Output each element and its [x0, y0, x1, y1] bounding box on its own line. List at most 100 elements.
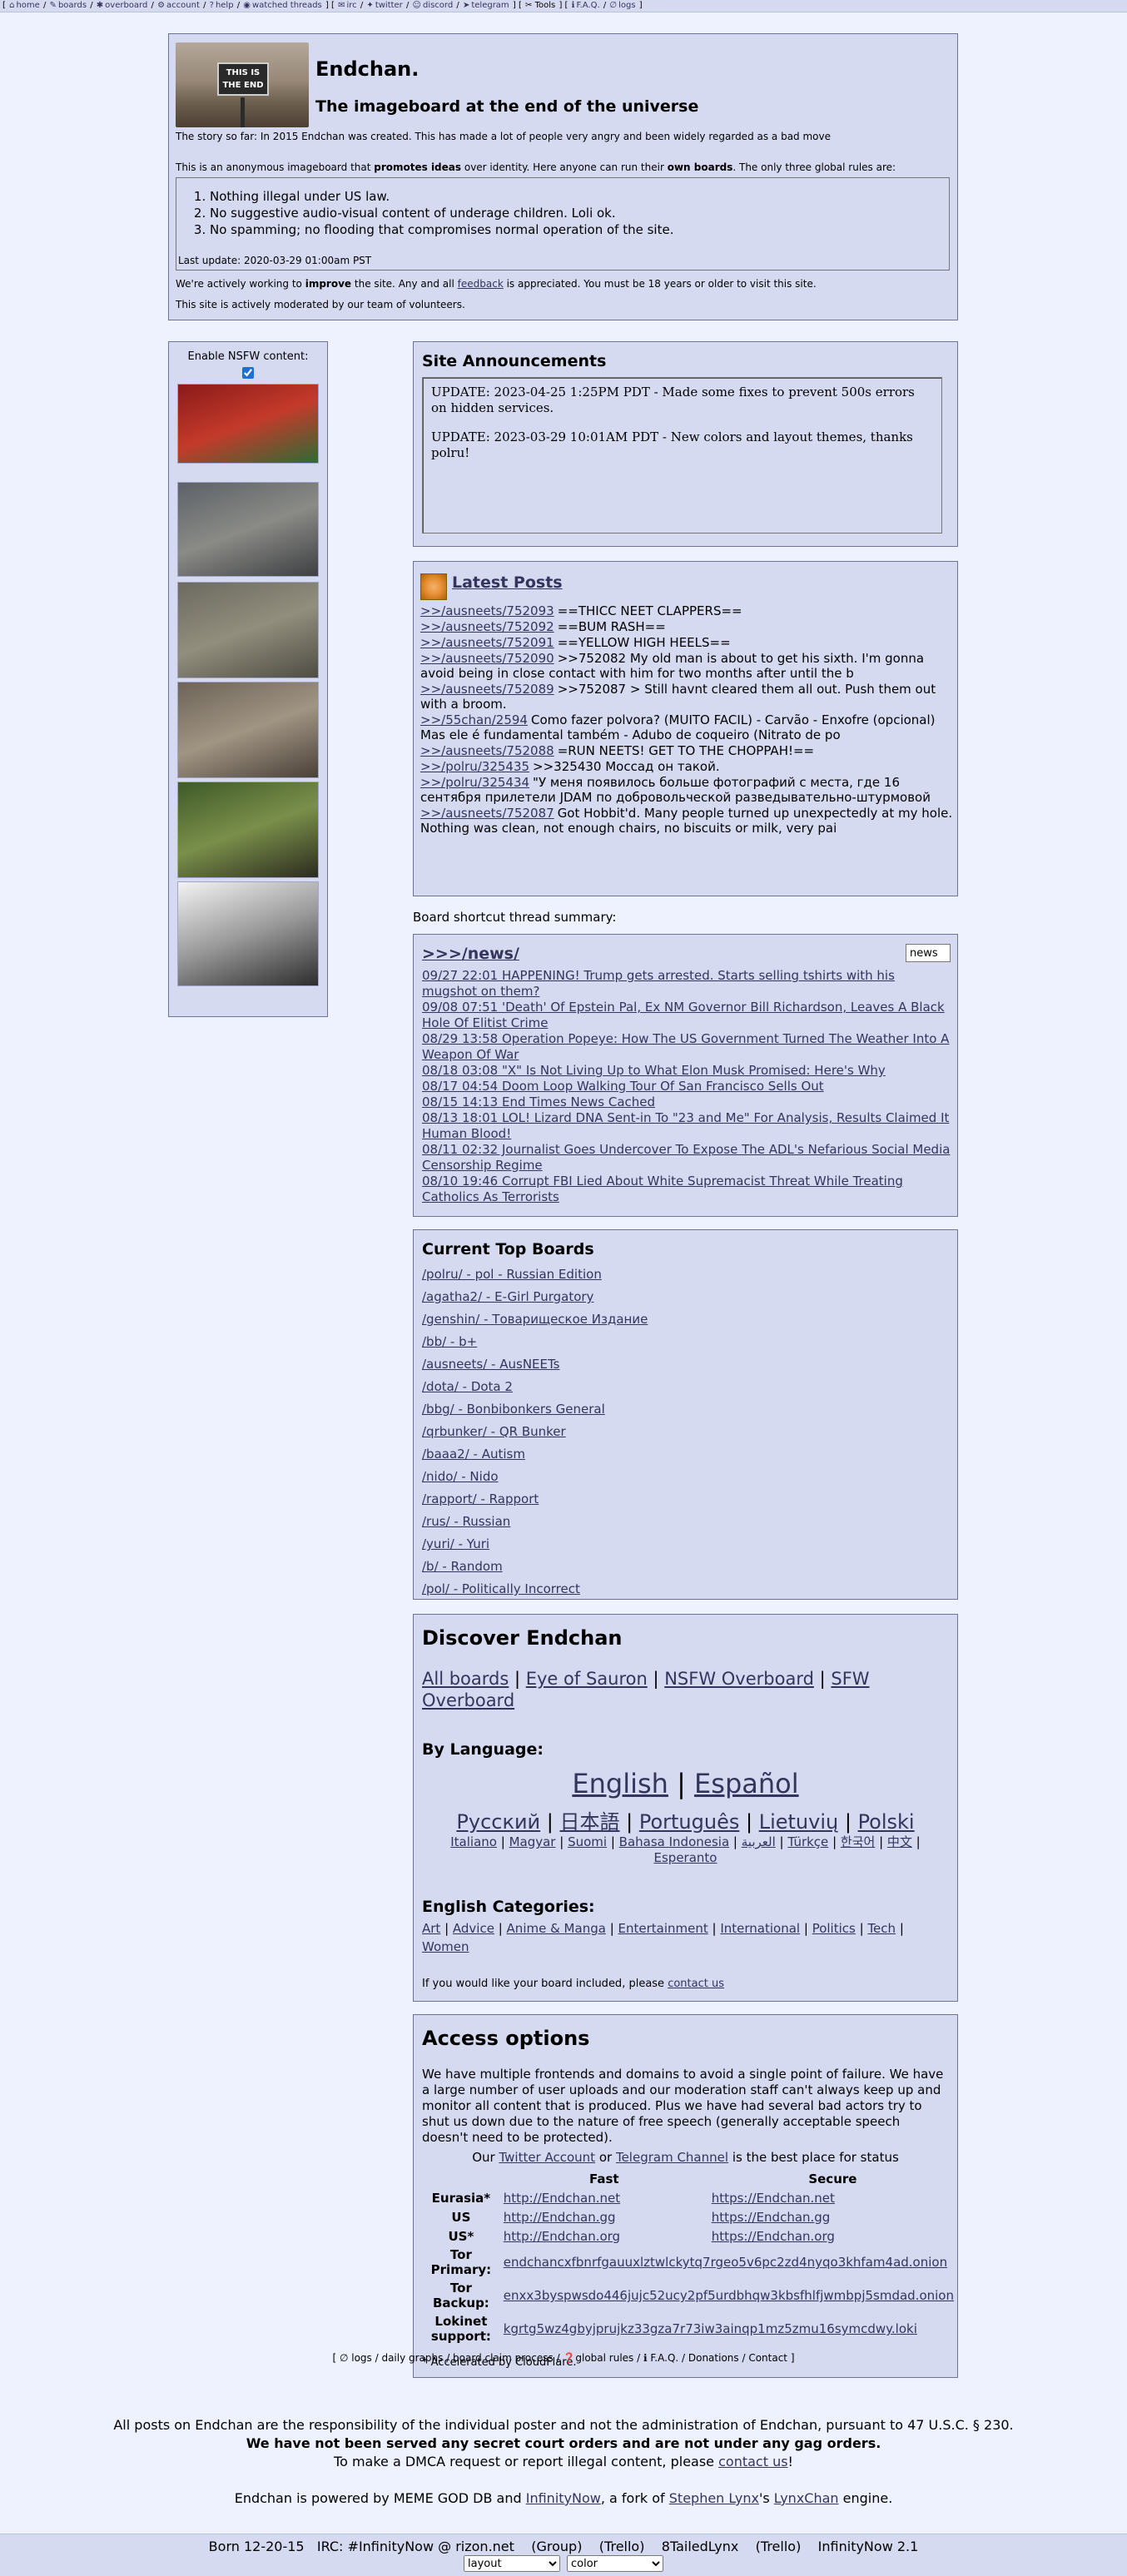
- top-board-link[interactable]: /dota/ - Dota 2: [422, 1376, 648, 1398]
- telegram-channel-link[interactable]: Telegram Channel: [616, 2150, 728, 2165]
- top-board-link[interactable]: /ausneets/ - AusNEETs: [422, 1353, 648, 1376]
- latest-post-link[interactable]: >>/55chan/2594: [420, 712, 528, 727]
- tea-box-thumbnail[interactable]: [177, 384, 319, 464]
- nav-telegram-link[interactable]: ➤ telegram: [463, 1, 509, 10]
- language-portugu-s-link[interactable]: Português: [639, 1810, 740, 1834]
- latest-post-link[interactable]: >>/ausneets/752091: [420, 635, 554, 650]
- language-espa-ol-link[interactable]: Español: [694, 1768, 799, 1799]
- category-politics-link[interactable]: Politics: [812, 1921, 856, 1936]
- top-board-link[interactable]: /agatha2/ - E-Girl Purgatory: [422, 1286, 648, 1308]
- language-item-link[interactable]: 한국어: [841, 1834, 875, 1849]
- lynxchan-link[interactable]: LynxChan: [774, 2490, 839, 2506]
- language-t-rk-e-link[interactable]: Türkçe: [787, 1834, 828, 1849]
- layout-select[interactable]: layout: [464, 2555, 560, 2572]
- nav-help-link[interactable]: ? help: [210, 1, 234, 10]
- category-art-link[interactable]: Art: [422, 1921, 440, 1936]
- language-italiano-link[interactable]: Italiano: [450, 1834, 497, 1849]
- latest-post-link[interactable]: >>/ausneets/752090: [420, 651, 554, 666]
- nav-twitter-link[interactable]: ✦ twitter: [366, 1, 402, 10]
- top-board-link[interactable]: /pol/ - Politically Incorrect: [422, 1578, 648, 1601]
- top-board-link[interactable]: /nido/ - Nido: [422, 1466, 648, 1488]
- access-fast-link[interactable]: http://Endchan.net: [504, 2191, 620, 2206]
- nav-home-link[interactable]: ⌂ home: [9, 1, 40, 10]
- discover-all-boards-link[interactable]: All boards: [422, 1669, 509, 1689]
- latest-post-link[interactable]: >>/ausneets/752092: [420, 619, 554, 634]
- latest-post-link[interactable]: >>/polru/325435: [420, 759, 529, 774]
- news-thread-link[interactable]: 08/15 14:13 End Times News Cached: [422, 1094, 953, 1110]
- access-fast-link[interactable]: http://Endchan.org: [504, 2229, 620, 2244]
- access-secure-link[interactable]: https://Endchan.org: [712, 2229, 835, 2244]
- language-item-link[interactable]: Русский: [456, 1810, 540, 1834]
- discover-eye-of-sauron-link[interactable]: Eye of Sauron: [526, 1669, 648, 1689]
- latest-post-link[interactable]: >>/ausneets/752089: [420, 682, 554, 697]
- destroyed-building-thumbnail[interactable]: [177, 682, 319, 778]
- latest-post-link[interactable]: >>/ausneets/752093: [420, 603, 554, 618]
- board-shortcut-input[interactable]: [906, 944, 951, 962]
- infinitynow-link[interactable]: InfinityNow: [526, 2490, 601, 2506]
- this-is-the-end-logo[interactable]: THIS IS THE END: [176, 42, 309, 127]
- contact-us-link[interactable]: contact us: [668, 1978, 724, 1990]
- access-tor-link[interactable]: kgrtg5wz4gbyjprujkz33gza7r73iw3ainqp1mz5…: [504, 2321, 917, 2336]
- top-board-link[interactable]: /bbg/ - Bonbibonkers General: [422, 1398, 648, 1421]
- news-thread-link[interactable]: 08/11 02:32 Journalist Goes Undercover T…: [422, 1142, 953, 1174]
- category-entertainment-link[interactable]: Entertainment: [618, 1921, 708, 1936]
- nav-irc-link[interactable]: ✉ irc: [338, 1, 357, 10]
- top-board-link[interactable]: /b/ - Random: [422, 1556, 648, 1578]
- access-fast-link[interactable]: http://Endchan.gg: [504, 2210, 616, 2225]
- news-thread-link[interactable]: 08/17 04:54 Doom Loop Walking Tour Of Sa…: [422, 1079, 953, 1094]
- debris-field-thumbnail[interactable]: [177, 582, 319, 678]
- language-magyar-link[interactable]: Magyar: [509, 1834, 556, 1849]
- nav-discord-link[interactable]: ☺ discord: [413, 1, 454, 10]
- nav-f-a-q-link[interactable]: ℹ F.A.Q.: [572, 1, 600, 10]
- nav-watched-threads-link[interactable]: ◉ watched threads: [243, 1, 321, 10]
- language-esperanto-link[interactable]: Esperanto: [654, 1850, 717, 1865]
- category-anime-manga-link[interactable]: Anime & Manga: [507, 1921, 606, 1936]
- nav-account-link[interactable]: ⚙ account: [157, 1, 200, 10]
- news-thread-link[interactable]: 09/27 22:01 HAPPENING! Trump gets arrest…: [422, 968, 953, 1000]
- top-board-link[interactable]: /rus/ - Russian: [422, 1511, 648, 1533]
- discover-nsfw-overboard-link[interactable]: NSFW Overboard: [664, 1669, 814, 1689]
- top-board-link[interactable]: /bb/ - b+: [422, 1331, 648, 1353]
- language-lietuvi-link[interactable]: Lietuvių: [759, 1810, 839, 1834]
- footer-links[interactable]: [ ∅ logs / daily graphs / board claim pr…: [0, 2352, 1127, 2364]
- news-thread-link[interactable]: 08/29 13:58 Operation Popeye: How The US…: [422, 1031, 953, 1063]
- dmca-contact-link[interactable]: contact us: [718, 2454, 787, 2469]
- language-item-link[interactable]: 日本語: [560, 1810, 620, 1834]
- category-tech-link[interactable]: Tech: [867, 1921, 896, 1936]
- language-polski-link[interactable]: Polski: [858, 1810, 915, 1834]
- access-tor-link[interactable]: enxx3byspwsdo446jujc52ucy2pf5urdbhqw3kbs…: [504, 2288, 954, 2303]
- latest-post-link[interactable]: >>/ausneets/752088: [420, 743, 554, 758]
- nav-tools-link[interactable]: ✂ Tools: [525, 1, 558, 10]
- access-secure-link[interactable]: https://Endchan.net: [712, 2191, 835, 2206]
- top-board-link[interactable]: /genshin/ - Товарищеское Издание: [422, 1308, 648, 1331]
- top-board-link[interactable]: /rapport/ - Rapport: [422, 1488, 648, 1511]
- stephen-lynx-link[interactable]: Stephen Lynx: [669, 2490, 759, 2506]
- category-women-link[interactable]: Women: [422, 1939, 469, 1954]
- soldier-thumbnail[interactable]: [177, 782, 319, 878]
- news-thread-link[interactable]: 08/10 19:46 Corrupt FBI Lied About White…: [422, 1174, 953, 1205]
- rubble-thumbnail[interactable]: [177, 482, 319, 577]
- color-select[interactable]: color: [567, 2555, 663, 2572]
- language-item-link[interactable]: 中文: [887, 1834, 912, 1849]
- latest-posts-title-link[interactable]: Latest Posts: [452, 573, 563, 592]
- latest-post-link[interactable]: >>/polru/325434: [420, 775, 529, 790]
- nav-boards-link[interactable]: ✎ boards: [50, 1, 87, 10]
- language-item-link[interactable]: العربية: [742, 1834, 776, 1849]
- top-board-link[interactable]: /baaa2/ - Autism: [422, 1443, 648, 1466]
- top-board-link[interactable]: /polru/ - pol - Russian Edition: [422, 1263, 648, 1286]
- language-suomi-link[interactable]: Suomi: [568, 1834, 607, 1849]
- news-thread-link[interactable]: 08/18 03:08 "X" Is Not Living Up to What…: [422, 1063, 953, 1079]
- top-board-link[interactable]: /yuri/ - Yuri: [422, 1533, 648, 1556]
- nav-overboard-link[interactable]: ✱ overboard: [97, 1, 148, 10]
- news-thread-link[interactable]: 09/08 07:51 'Death' Of Epstein Pal, Ex N…: [422, 1000, 953, 1031]
- latest-post-link[interactable]: >>/ausneets/752087: [420, 806, 554, 821]
- nav-logs-link[interactable]: ∅ logs: [609, 1, 635, 10]
- nsfw-toggle-checkbox[interactable]: [242, 367, 254, 379]
- news-board-link[interactable]: >>>/news/: [422, 945, 519, 963]
- twitter-account-link[interactable]: Twitter Account: [499, 2150, 595, 2165]
- feedback-link[interactable]: feedback: [458, 278, 504, 290]
- access-tor-link[interactable]: endchancxfbnrfgauuxlztwlckytq7rgeo5v6pc2…: [504, 2255, 947, 2270]
- category-international-link[interactable]: International: [720, 1921, 800, 1936]
- language-bahasa-indonesia-link[interactable]: Bahasa Indonesia: [619, 1834, 730, 1849]
- coal-shovel-thumbnail[interactable]: [177, 881, 319, 986]
